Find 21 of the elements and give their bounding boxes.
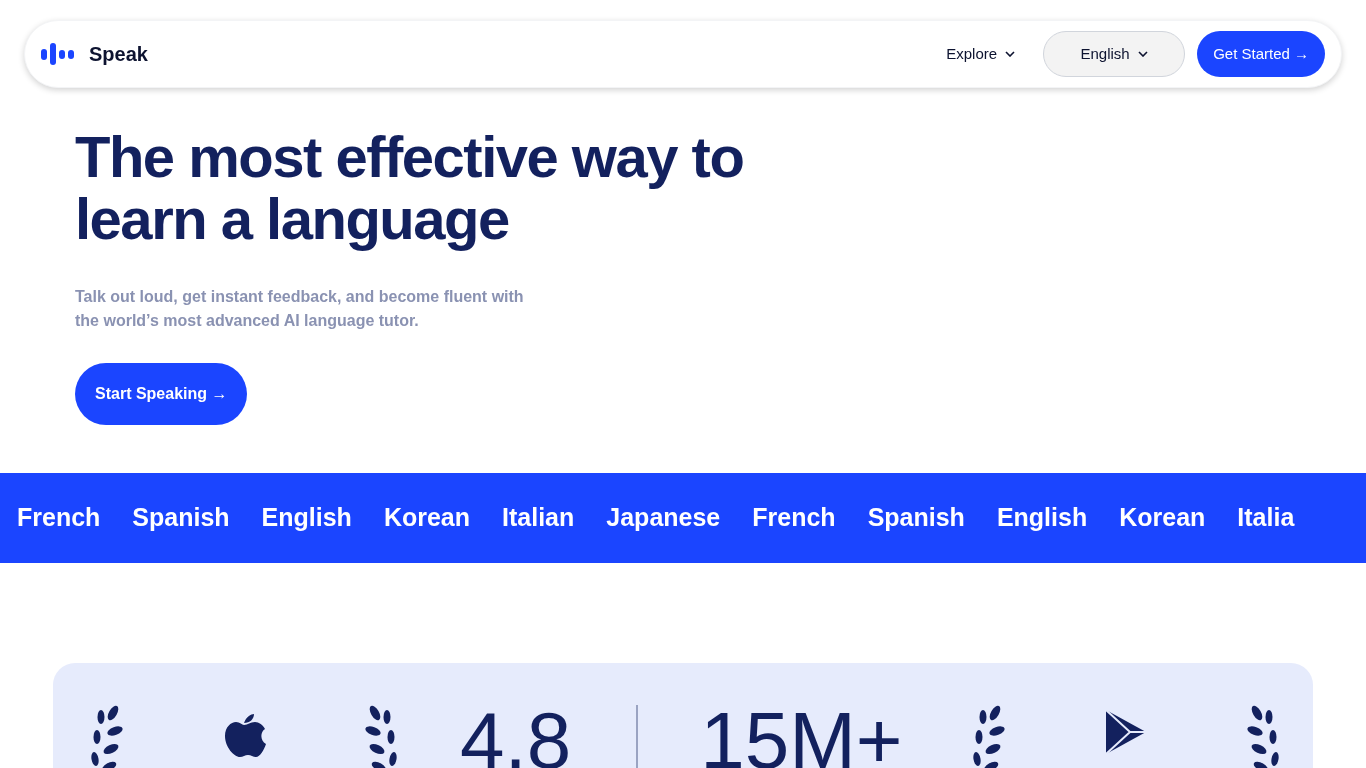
language-name: Korean — [1119, 502, 1206, 534]
language-name: French — [17, 502, 101, 534]
play-store-icon — [1103, 709, 1148, 755]
language-name: Italia — [1237, 502, 1295, 534]
get-started-button[interactable]: Get Started → — [1197, 31, 1325, 77]
chevron-down-icon — [1137, 51, 1148, 57]
hero-heading: The most effective way to learn a language — [75, 126, 745, 250]
language-name: Japanese — [606, 502, 721, 534]
language-name: Spanish — [132, 502, 230, 534]
chevron-down-icon — [1005, 51, 1016, 57]
language-name: Spanish — [867, 502, 965, 534]
brand-name: Speak — [89, 42, 148, 67]
language-name: Italian — [502, 502, 575, 534]
hero-subtitle: Talk out loud, get instant feedback, and become fluent with the world’s most advanced AI language tutor. — [75, 287, 525, 331]
language-name: French — [752, 502, 836, 534]
language-name: English — [996, 502, 1088, 534]
start-speaking-button[interactable]: Start Speaking → — [75, 363, 248, 425]
explore-menu[interactable]: Explore — [930, 32, 1032, 76]
language-name: Korean — [383, 502, 471, 534]
language-name: English — [261, 502, 352, 534]
language-selector[interactable]: English — [1043, 31, 1186, 77]
